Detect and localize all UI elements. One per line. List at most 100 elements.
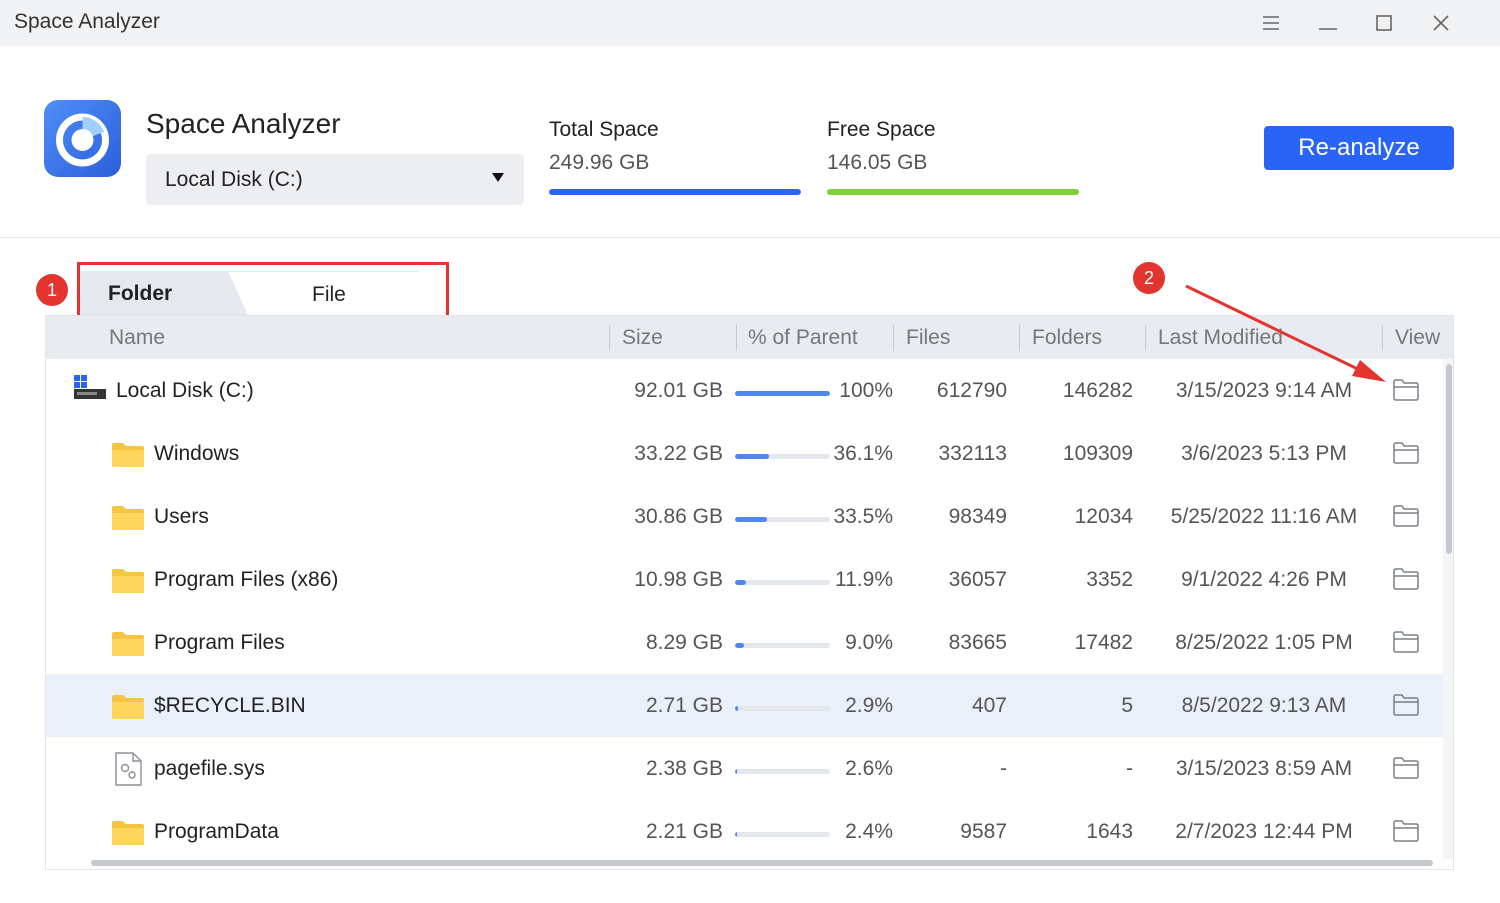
column-header-percent[interactable]: % of Parent — [748, 326, 858, 350]
row-size: 2.71 GB — [645, 694, 723, 717]
row-percent: 33.5% — [833, 505, 893, 528]
row-files: 83665 — [948, 631, 1007, 654]
row-size: 2.38 GB — [645, 757, 723, 780]
row-percent-bar — [735, 454, 830, 459]
folder-icon — [111, 441, 145, 468]
column-header-name[interactable]: Name — [109, 326, 165, 350]
open-folder-icon[interactable] — [1393, 568, 1419, 590]
row-percent: 36.1% — [833, 442, 893, 465]
table-row[interactable]: Windows 33.22 GB 36.1% 332113 109309 3/6/2023… — [46, 422, 1443, 485]
table-row[interactable]: $RECYCLE.BIN 2.71 GB 2.9% 407 5 8/5/2022 9:13… — [46, 674, 1443, 737]
row-percent-bar — [735, 580, 830, 585]
row-percent: 2.4% — [845, 820, 893, 843]
row-percent-bar — [735, 769, 830, 774]
row-percent: 2.6% — [845, 757, 893, 780]
total-space-label: Total Space — [549, 118, 659, 141]
row-name: pagefile.sys — [154, 757, 265, 780]
disk-select-value: Local Disk (C:) — [165, 168, 303, 191]
row-folders: 5 — [1121, 694, 1133, 717]
row-percent-bar — [735, 391, 830, 396]
title-bar: Space Analyzer — [0, 0, 1500, 46]
column-divider[interactable] — [736, 325, 737, 351]
row-size: 10.98 GB — [634, 568, 723, 591]
row-modified: 3/15/2023 8:59 AM — [1175, 757, 1353, 780]
app-logo-icon — [44, 100, 121, 177]
free-space-label: Free Space — [827, 118, 936, 141]
minimize-icon[interactable] — [1308, 6, 1348, 40]
open-folder-icon[interactable] — [1393, 757, 1419, 779]
header-divider — [0, 237, 1500, 238]
app-name: Space Analyzer — [146, 108, 341, 139]
close-icon[interactable] — [1421, 6, 1461, 40]
row-files: 407 — [971, 694, 1007, 717]
reanalyze-button[interactable]: Re-analyze — [1264, 126, 1454, 170]
row-folders: 1643 — [1086, 820, 1133, 843]
row-percent-bar — [735, 517, 830, 522]
free-space-bar — [827, 189, 1079, 195]
total-space-value: 249.96 GB — [549, 151, 650, 174]
open-folder-icon[interactable] — [1393, 442, 1419, 464]
column-header-folders[interactable]: Folders — [1032, 326, 1102, 350]
vertical-scrollbar-thumb[interactable] — [1446, 364, 1452, 554]
table-row[interactable]: Program Files 8.29 GB 9.0% 83665 17482 8/25/2… — [46, 611, 1443, 674]
column-divider[interactable] — [1145, 325, 1146, 351]
open-folder-icon[interactable] — [1393, 631, 1419, 653]
row-percent-bar — [735, 832, 830, 837]
column-header-size[interactable]: Size — [622, 326, 663, 350]
row-folders: - — [1126, 757, 1133, 780]
row-files: 332113 — [938, 442, 1007, 465]
free-space-bar-fill — [827, 189, 1079, 195]
table-row[interactable]: ProgramData 2.21 GB 2.4% 9587 1643 2/7/2023 1… — [46, 800, 1443, 863]
folder-icon — [111, 504, 145, 531]
folder-icon — [111, 567, 145, 594]
row-percent: 11.9% — [835, 568, 893, 591]
disk-select[interactable]: Local Disk (C:) — [146, 154, 524, 205]
row-size: 92.01 GB — [634, 379, 723, 402]
column-divider[interactable] — [609, 325, 610, 351]
row-modified: 9/1/2022 4:26 PM — [1181, 568, 1347, 591]
open-folder-icon[interactable] — [1393, 820, 1419, 842]
row-files: - — [1000, 757, 1007, 780]
row-percent-bar — [735, 643, 830, 648]
table-row[interactable]: Program Files (x86) 10.98 GB 11.9% 36057 335… — [46, 548, 1443, 611]
row-percent-bar-fill — [735, 706, 738, 711]
row-size: 33.22 GB — [634, 442, 723, 465]
row-name: $RECYCLE.BIN — [154, 694, 306, 717]
column-header-files[interactable]: Files — [906, 326, 950, 350]
row-percent-bar-fill — [735, 391, 830, 396]
row-folders: 12034 — [1074, 505, 1133, 528]
maximize-icon[interactable] — [1364, 6, 1404, 40]
table-row[interactable]: pagefile.sys 2.38 GB 2.6% - - 3/15/2023 8:59 … — [46, 737, 1443, 800]
row-percent-bar-fill — [735, 580, 747, 585]
annotation-badge-2: 2 — [1133, 262, 1165, 294]
folder-table: Name Size % of Parent Files Folders Last… — [45, 315, 1454, 870]
row-percent-bar-fill — [735, 832, 738, 837]
row-files: 612790 — [936, 379, 1007, 402]
row-modified: 8/5/2022 9:13 AM — [1181, 694, 1347, 717]
column-divider[interactable] — [893, 325, 894, 351]
horizontal-scrollbar-thumb[interactable] — [91, 860, 1433, 866]
row-folders: 146282 — [1062, 379, 1133, 402]
row-folders: 109309 — [1062, 442, 1133, 465]
row-percent: 2.9% — [845, 694, 893, 717]
row-files: 98349 — [948, 505, 1007, 528]
free-space-value: 146.05 GB — [827, 151, 928, 174]
open-folder-icon[interactable] — [1393, 694, 1419, 716]
folder-icon — [111, 819, 145, 846]
column-divider[interactable] — [1019, 325, 1020, 351]
column-header-view[interactable]: View — [1395, 326, 1440, 350]
row-modified: 8/25/2022 1:05 PM — [1175, 631, 1353, 654]
row-folders: 3352 — [1086, 568, 1133, 591]
row-name: ProgramData — [154, 820, 279, 843]
table-row[interactable]: Users 30.86 GB 33.5% 98349 12034 5/25/2022 11… — [46, 485, 1443, 548]
row-size: 30.86 GB — [634, 505, 723, 528]
row-name: Users — [154, 505, 209, 528]
row-files: 36057 — [948, 568, 1007, 591]
row-name: Local Disk (C:) — [116, 379, 254, 402]
window-title: Space Analyzer — [14, 10, 160, 33]
menu-icon[interactable] — [1251, 6, 1291, 40]
open-folder-icon[interactable] — [1393, 505, 1419, 527]
row-name: Program Files — [154, 631, 285, 654]
row-percent-bar — [735, 706, 830, 711]
row-percent-bar-fill — [735, 517, 767, 522]
